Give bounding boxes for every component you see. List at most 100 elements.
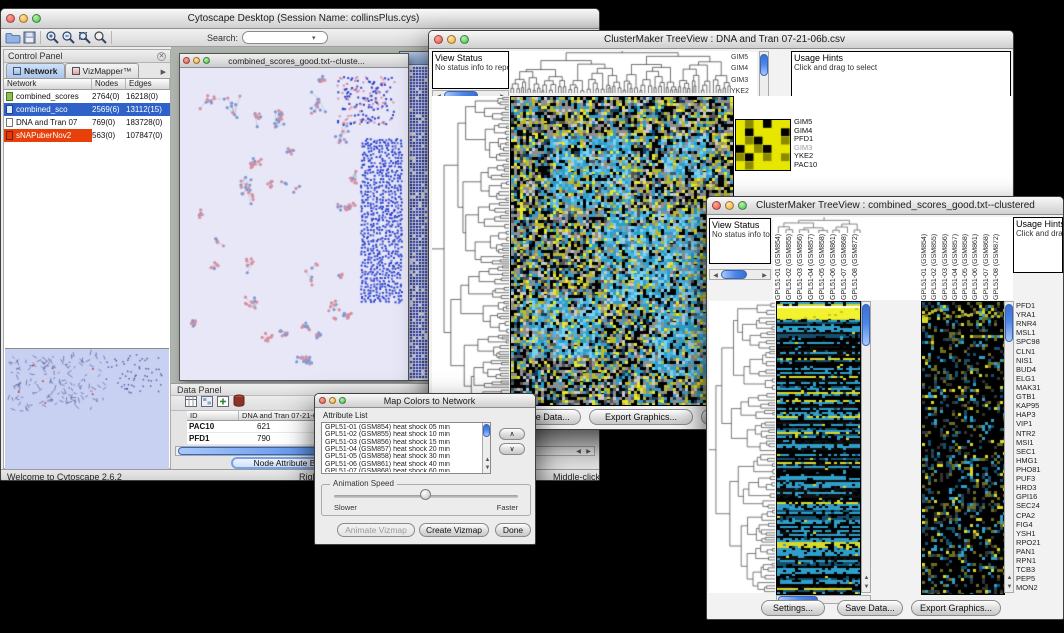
zoom-button[interactable] (339, 397, 346, 404)
tab-vizmapper[interactable]: VizMapper™ (65, 63, 139, 78)
gene-label[interactable]: ELG1 (1016, 374, 1062, 383)
export-graphics-button[interactable]: Export Graphics... (911, 600, 1001, 616)
column-dendrogram-canvas[interactable] (510, 51, 732, 93)
secondary-heatmap-canvas[interactable] (921, 301, 1005, 595)
gene-label[interactable]: KAP95 (1016, 401, 1062, 410)
gene-label[interactable]: MSL1 (1016, 328, 1062, 337)
minimize-button[interactable] (19, 14, 28, 23)
scroll-left-icon[interactable]: ◀ (574, 448, 583, 456)
minimize-button[interactable] (329, 397, 336, 404)
attribute-listbox[interactable]: GPL51-01 (GSM854) heat shock 05 minGPL51… (321, 422, 491, 474)
col-header-nodes[interactable]: Nodes (92, 79, 126, 89)
gene-label[interactable]: SEC1 (1016, 447, 1062, 456)
attribute-item[interactable]: GPL51-03 (GSM856) heat shock 15 min (323, 439, 481, 446)
gene-label[interactable]: MON2 (1016, 583, 1062, 592)
col-header-id[interactable]: ID (187, 411, 239, 420)
gene-label[interactable]: CLN1 (1016, 347, 1062, 356)
gene-label[interactable]: TCB3 (1016, 565, 1062, 574)
network-tree-row[interactable]: DNA and Tran 07 769(0) 183728(0) (4, 116, 170, 129)
heatmap-canvas[interactable] (776, 301, 861, 595)
done-button[interactable]: Done (495, 523, 531, 537)
gene-label[interactable]: VIP1 (1016, 419, 1062, 428)
gene-label[interactable]: CPA2 (1016, 511, 1062, 520)
network-tree-row[interactable]: combined_scores 2764(0) 16218(0) (4, 90, 170, 103)
scroll-down-icon[interactable]: ▼ (483, 464, 490, 473)
scroll-right-icon[interactable]: ▶ (760, 272, 769, 280)
scroll-down-icon[interactable]: ▼ (862, 583, 871, 592)
tab-network[interactable]: Network (6, 63, 65, 78)
gene-label[interactable]: MSI1 (1016, 438, 1062, 447)
heatmap-vscrollbar[interactable]: ▲ ▼ (861, 301, 871, 593)
search-input[interactable] (246, 33, 312, 43)
dialog-titlebar[interactable]: Map Colors to Network (315, 394, 535, 408)
gene-label[interactable]: PEP5 (1016, 574, 1062, 583)
attribute-item[interactable]: GPL51-01 (GSM854) heat shock 05 min (323, 424, 481, 431)
gene-label[interactable]: RNR4 (1016, 319, 1062, 328)
close-button[interactable] (319, 397, 326, 404)
close-button[interactable] (712, 201, 721, 210)
speed-slider-thumb[interactable] (420, 489, 431, 500)
scroll-right-icon[interactable]: ▶ (584, 448, 593, 456)
gene-label[interactable]: MAK31 (1016, 383, 1062, 392)
gene-label[interactable]: FIG4 (1016, 520, 1062, 529)
gene-label[interactable]: YSH1 (1016, 529, 1062, 538)
gene-label[interactable]: RPN1 (1016, 556, 1062, 565)
gene-label[interactable]: PHO81 (1016, 465, 1062, 474)
gene-label[interactable]: NIS1 (1016, 356, 1062, 365)
scrollbar-thumb[interactable] (760, 54, 768, 76)
animate-vizmap-button[interactable]: Animate Vizmap (337, 523, 415, 537)
save-session-icon[interactable] (21, 30, 37, 45)
network-graph-canvas[interactable] (180, 68, 408, 380)
scroll-up-icon[interactable]: ▲ (862, 574, 871, 583)
zoom-in-icon[interactable] (44, 30, 60, 45)
attribute-item[interactable]: GPL51-04 (GSM857) heat shock 20 min (323, 446, 481, 453)
scrollbar-thumb[interactable] (721, 270, 747, 279)
network-overview-canvas[interactable] (5, 348, 169, 470)
heatmap-canvas[interactable] (510, 96, 734, 406)
attribute-database-icon[interactable] (233, 394, 245, 412)
scrollbar-thumb[interactable] (483, 424, 490, 437)
gene-label[interactable]: BUD4 (1016, 365, 1062, 374)
treeview1-titlebar[interactable]: ClusterMaker TreeView : DNA and Tran 07-… (429, 31, 1013, 49)
network-tree-row[interactable]: sNAPuberNov2 563(0) 107847(0) (4, 129, 170, 142)
row-dendrogram-canvas[interactable] (432, 96, 509, 404)
col-header-edges[interactable]: Edges (126, 79, 170, 89)
select-attributes-icon[interactable] (201, 394, 213, 412)
scrollbar-thumb[interactable] (1005, 304, 1013, 342)
search-dropdown-icon[interactable]: ▾ (312, 34, 316, 42)
open-session-icon[interactable] (5, 30, 21, 45)
attribute-item[interactable]: GPL51-02 (GSM855) heat shock 10 min (323, 431, 481, 438)
network-view-titlebar[interactable]: combined_scores_good.txt--cluste... (180, 54, 408, 68)
zoom-button[interactable] (460, 35, 469, 44)
gene-label[interactable]: HMG1 (1016, 456, 1062, 465)
scroll-down-icon[interactable]: ▼ (1005, 583, 1014, 592)
minimize-button[interactable] (725, 201, 734, 210)
gene-label[interactable]: HRD3 (1016, 483, 1062, 492)
export-graphics-button[interactable]: Export Graphics... (589, 409, 693, 425)
zoom-button[interactable] (32, 14, 41, 23)
gene-label[interactable]: PFD1 (1016, 301, 1062, 310)
zoom-button[interactable] (738, 201, 747, 210)
save-data-button[interactable]: Save Data... (837, 600, 903, 616)
main-titlebar[interactable]: Cytoscape Desktop (Session Name: collins… (1, 9, 599, 29)
attribute-item[interactable]: GPL51-07 (GSM868) heat shock 60 min (323, 468, 481, 472)
gene-label[interactable]: GPI16 (1016, 492, 1062, 501)
list-vscrollbar[interactable]: ▲ ▼ (482, 423, 490, 473)
zoom-selected-icon[interactable] (92, 30, 108, 45)
move-down-button[interactable]: ∨ (499, 443, 525, 455)
zoom-fit-icon[interactable] (76, 30, 92, 45)
control-panel-close-icon[interactable]: ✕ (157, 52, 166, 61)
gene-label[interactable]: HAP3 (1016, 410, 1062, 419)
move-up-button[interactable]: ∧ (499, 428, 525, 440)
gene-label[interactable]: YRA1 (1016, 310, 1062, 319)
genelist-vscrollbar[interactable]: ▲ ▼ (1004, 301, 1014, 593)
scroll-left-icon[interactable]: ◀ (711, 272, 720, 280)
gene-label[interactable]: SPC98 (1016, 337, 1062, 346)
close-button[interactable] (6, 14, 15, 23)
zoom-out-icon[interactable] (60, 30, 76, 45)
gene-label[interactable]: PUF3 (1016, 474, 1062, 483)
scrollbar-thumb[interactable] (862, 304, 870, 346)
create-attribute-icon[interactable] (217, 394, 229, 412)
gene-label[interactable]: RPO21 (1016, 538, 1062, 547)
gene-label[interactable]: GTB1 (1016, 392, 1062, 401)
